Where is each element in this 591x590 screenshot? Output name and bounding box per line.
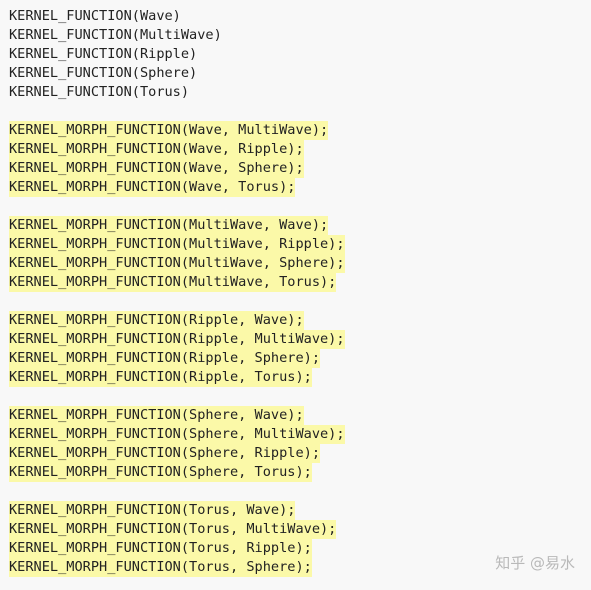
highlighted-code-line: KERNEL_MORPH_FUNCTION(Ripple, MultiWave)… — [9, 330, 591, 349]
code-text: KERNEL_MORPH_FUNCTION(Ripple, Torus); — [9, 368, 312, 387]
code-text: KERNEL_MORPH_FUNCTION(Sphere, Wave); — [9, 406, 304, 425]
code-line: KERNEL_FUNCTION(Ripple) — [9, 45, 591, 64]
code-line: KERNEL_FUNCTION(MultiWave) — [9, 26, 591, 45]
code-text: KERNEL_MORPH_FUNCTION(MultiWave, Ripple)… — [9, 235, 345, 254]
code-text: KERNEL_MORPH_FUNCTION(Wave, MultiWave); — [9, 121, 329, 140]
code-text: KERNEL_MORPH_FUNCTION(Wave, Sphere); — [9, 159, 304, 178]
highlighted-code-line: KERNEL_MORPH_FUNCTION(Ripple, Sphere); — [9, 349, 591, 368]
code-text: KERNEL_MORPH_FUNCTION(Torus, Wave); — [9, 501, 296, 520]
code-text: KERNEL_MORPH_FUNCTION(Torus, Ripple); — [9, 539, 312, 558]
code-text: KERNEL_FUNCTION(Wave) — [9, 8, 181, 24]
code-text: KERNEL_FUNCTION(Sphere) — [9, 65, 198, 81]
code-text: KERNEL_FUNCTION(MultiWave) — [9, 27, 222, 43]
code-text: KERNEL_MORPH_FUNCTION(Wave, Torus); — [9, 178, 296, 197]
code-line: KERNEL_FUNCTION(Sphere) — [9, 64, 591, 83]
code-text: KERNEL_MORPH_FUNCTION(Wave, Ripple); — [9, 140, 304, 159]
code-line: KERNEL_FUNCTION(Wave) — [9, 7, 591, 26]
highlighted-code-line: KERNEL_MORPH_FUNCTION(MultiWave, Wave); — [9, 216, 591, 235]
code-text: KERNEL_MORPH_FUNCTION(Sphere, Torus); — [9, 463, 312, 482]
code-text: KERNEL_FUNCTION(Ripple) — [9, 46, 198, 62]
highlighted-code-line: KERNEL_MORPH_FUNCTION(Sphere, Torus); — [9, 463, 591, 482]
zhihu-watermark: 知乎 @易水 — [495, 554, 575, 572]
code-block: KERNEL_FUNCTION(Wave) KERNEL_FUNCTION(Mu… — [0, 0, 591, 590]
code-line: KERNEL_FUNCTION(Torus) — [9, 83, 591, 102]
code-text: KERNEL_MORPH_FUNCTION(MultiWave, Wave); — [9, 216, 329, 235]
code-text: KERNEL_MORPH_FUNCTION(Ripple, Sphere); — [9, 349, 320, 368]
highlighted-code-line: KERNEL_MORPH_FUNCTION(Torus, Wave); — [9, 501, 591, 520]
highlighted-code-line: KERNEL_MORPH_FUNCTION(Ripple, Wave); — [9, 311, 591, 330]
code-text: KERNEL_MORPH_FUNCTION(Torus, Sphere); — [9, 558, 312, 577]
highlighted-code-line: KERNEL_MORPH_FUNCTION(Wave, MultiWave); — [9, 121, 591, 140]
highlighted-code-line: KERNEL_MORPH_FUNCTION(Wave, Sphere); — [9, 159, 591, 178]
highlighted-code-line: KERNEL_MORPH_FUNCTION(MultiWave, Sphere)… — [9, 254, 591, 273]
highlighted-code-line: KERNEL_MORPH_FUNCTION(Sphere, Ripple); — [9, 444, 591, 463]
code-text: KERNEL_FUNCTION(Torus) — [9, 84, 190, 100]
highlighted-code-line: KERNEL_MORPH_FUNCTION(Wave, Torus); — [9, 178, 591, 197]
highlighted-code-line: KERNEL_MORPH_FUNCTION(Ripple, Torus); — [9, 368, 591, 387]
highlighted-code-line: KERNEL_MORPH_FUNCTION(Sphere, MultiWave)… — [9, 425, 591, 444]
highlighted-code-line: KERNEL_MORPH_FUNCTION(Sphere, Wave); — [9, 406, 591, 425]
highlighted-code-line: KERNEL_MORPH_FUNCTION(Torus, MultiWave); — [9, 520, 591, 539]
code-text: KERNEL_MORPH_FUNCTION(Ripple, MultiWave)… — [9, 330, 345, 349]
code-text: KERNEL_MORPH_FUNCTION(MultiWave, Torus); — [9, 273, 337, 292]
code-text: KERNEL_MORPH_FUNCTION(Sphere, MultiWave)… — [9, 425, 345, 444]
code-text: KERNEL_MORPH_FUNCTION(Sphere, Ripple); — [9, 444, 320, 463]
code-text: KERNEL_MORPH_FUNCTION(Ripple, Wave); — [9, 311, 304, 330]
highlighted-code-line: KERNEL_MORPH_FUNCTION(Wave, Ripple); — [9, 140, 591, 159]
highlighted-code-line: KERNEL_MORPH_FUNCTION(MultiWave, Torus); — [9, 273, 591, 292]
highlighted-code-line: KERNEL_MORPH_FUNCTION(MultiWave, Ripple)… — [9, 235, 591, 254]
code-text: KERNEL_MORPH_FUNCTION(MultiWave, Sphere)… — [9, 254, 345, 273]
code-text: KERNEL_MORPH_FUNCTION(Torus, MultiWave); — [9, 520, 337, 539]
